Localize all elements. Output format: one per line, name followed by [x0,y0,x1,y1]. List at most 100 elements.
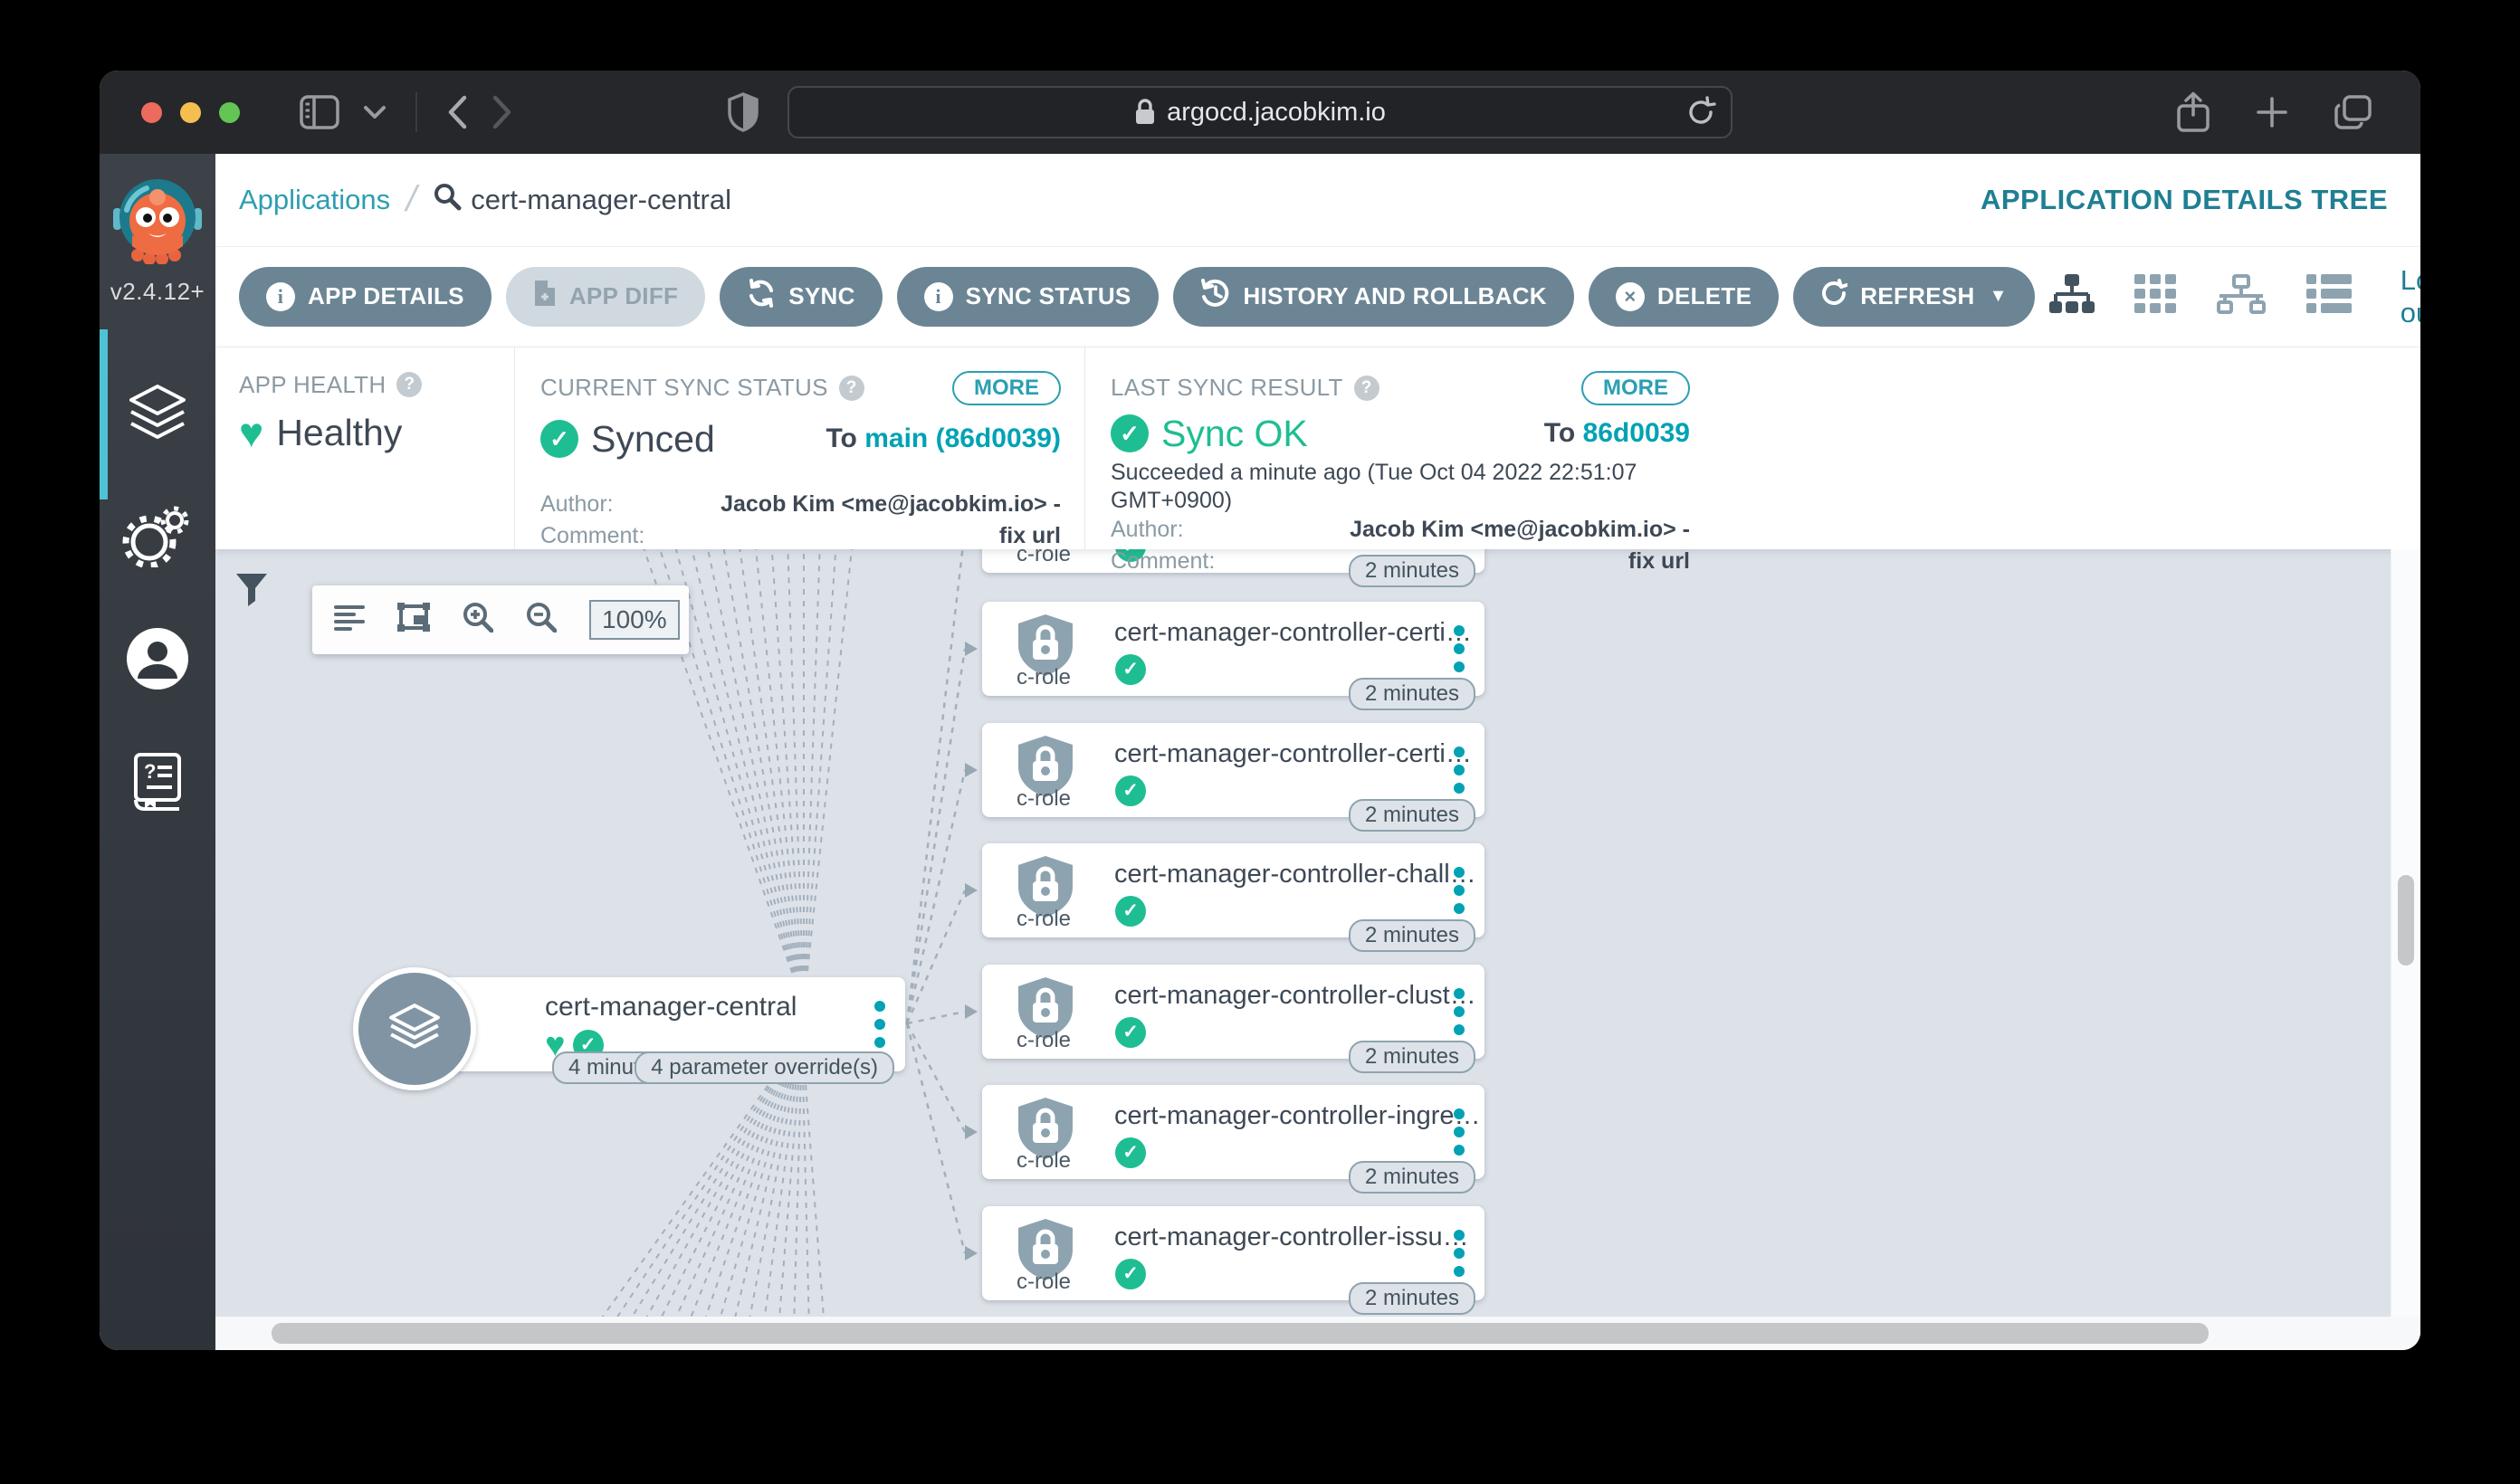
resource-node-card[interactable]: cert-manager-controller-certi… ✓ c-role … [982,601,1484,710]
last-sync-label: LAST SYNC RESULT [1111,374,1343,402]
sync-button[interactable]: SYNC [720,266,883,327]
sync-status-button[interactable]: i SYNC STATUS [896,266,1159,327]
author-row: Author: Jacob Kim <me@jacobkim.io> - [540,490,1061,517]
resource-node-card[interactable]: cert-manager-controller-issu… ✓ c-role 2… [982,1205,1484,1315]
resource-node-card[interactable]: cert-manager-controller-ingre… ✓ c-role … [982,1084,1484,1194]
resource-name: cert-manager-controller-certi… [1114,738,1472,768]
last-sync-revision-link[interactable]: 86d0039 [1583,418,1690,448]
zoom-out-icon[interactable] [526,602,558,637]
help-icon[interactable]: ? [396,372,423,398]
help-icon[interactable]: ? [1353,375,1379,401]
sidebar-item-help[interactable]: ? [100,722,215,845]
resource-name: cert-manager-controller-issu… [1114,1222,1469,1251]
vertical-scrollbar-thumb[interactable] [2398,874,2414,966]
resource-kind-label: c-role [1016,785,1071,811]
age-badge: 2 minutes [1348,1040,1475,1073]
resource-name: cert-manager-controller-certi… [1114,617,1472,647]
last-sync-section: LAST SYNC RESULT ? MORE ✓ Sync OK To 86d… [1084,347,1713,574]
resource-kind-label: c-role [1016,1027,1071,1052]
app-node-card[interactable]: cert-manager-central ♥ ✓ 4 minutes 4 par… [427,976,905,1084]
divider [415,92,417,132]
layout-icon[interactable] [334,604,365,635]
chevron-down-icon[interactable] [363,105,387,119]
gear-icon [122,504,193,572]
logout-link[interactable]: Log out [2401,264,2420,329]
check-circle-icon: ✓ [1111,414,1149,453]
app-health-label: APP HEALTH [239,370,387,398]
sidebar-item-settings[interactable] [100,476,215,599]
privacy-shield-icon[interactable] [728,92,759,132]
grid-view-icon[interactable] [2133,274,2176,319]
search-icon [433,182,462,218]
network-view-icon[interactable] [2216,274,2267,319]
age-badge: 2 minutes [1348,798,1475,832]
layers-icon [124,379,191,451]
filter-icon[interactable] [235,573,268,612]
kebab-menu-icon[interactable] [1454,987,1465,1035]
address-bar[interactable]: argocd.jacobkim.io [788,86,1732,138]
resource-kind-label: c-role [1016,548,1071,566]
info-icon: i [266,281,295,311]
synced-check-icon: ✓ [1115,895,1146,927]
kebab-menu-icon[interactable] [1454,1229,1465,1277]
help-docs-icon: ? [129,751,186,817]
kebab-menu-icon[interactable] [1454,746,1465,794]
delete-button[interactable]: × DELETE [1588,266,1780,327]
close-window-button[interactable] [141,101,162,123]
kebab-menu-icon[interactable] [1454,866,1465,914]
sync-more-button[interactable]: MORE [952,370,1061,405]
zoom-in-icon[interactable] [463,602,494,637]
share-icon[interactable] [2176,91,2210,133]
sync-icon [747,279,776,314]
zoom-window-button[interactable] [219,101,240,123]
graph-zoom-toolbar: 100% [312,585,689,654]
list-view-icon[interactable] [2305,274,2352,319]
app-node-circle[interactable] [353,966,476,1090]
age-badge: 2 minutes [1348,1281,1475,1315]
reload-icon[interactable] [1685,96,1716,128]
help-icon[interactable]: ? [838,375,864,401]
fit-to-screen-icon[interactable] [397,603,430,636]
minimize-window-button[interactable] [180,101,201,123]
resource-name: cert-manager-controller-chall… [1114,859,1476,889]
resource-kind-label: c-role [1016,906,1071,931]
breadcrumb-separator: / [402,179,422,220]
forward-icon[interactable] [492,94,513,130]
back-icon[interactable] [446,94,468,130]
resource-node-card[interactable]: cert-manager-controller-clust… ✓ c-role … [982,964,1484,1073]
refresh-icon [1820,279,1849,314]
horizontal-scrollbar[interactable] [215,1317,2420,1350]
new-tab-icon[interactable] [2256,96,2288,128]
breadcrumb-app-name[interactable]: cert-manager-central [471,184,731,216]
tree-view-icon[interactable] [2048,274,2095,319]
resource-tree-canvas[interactable]: 100% cert-manager-central ♥ ✓ 4 minutes … [215,548,2420,1318]
sidebar-item-applications[interactable] [100,329,215,499]
resource-node-card[interactable]: cert-manager-controller-chall… ✓ c-role … [982,842,1484,952]
refresh-button[interactable]: REFRESH ▼ [1793,266,2035,327]
breadcrumb: Applications / cert-manager-central APPL… [215,154,2420,247]
sync-value: Synced [591,417,715,460]
sync-revision-link[interactable]: main (86d0039) [864,423,1061,453]
argocd-logo [112,177,203,269]
comment-row: Comment: fix url [1111,548,1690,575]
history-rollback-button[interactable]: HISTORY AND ROLLBACK [1172,266,1574,327]
comment-row: Comment: fix url [540,522,1061,548]
kebab-menu-icon[interactable] [874,1000,885,1048]
age-badge: 2 minutes [1348,1160,1475,1194]
synced-check-icon: ✓ [1115,775,1146,806]
app-diff-button[interactable]: APP DIFF [505,266,706,327]
resource-node-card[interactable]: cert-manager-controller-certi… ✓ c-role … [982,722,1484,832]
sidebar-toggle-icon[interactable] [300,95,339,129]
kebab-menu-icon[interactable] [1454,624,1465,672]
sidebar-item-user[interactable] [100,599,215,722]
last-sync-detail: Succeeded a minute ago (Tue Oct 04 2022 … [1111,459,1637,513]
heart-icon: ♥ [239,409,264,457]
zoom-level-value[interactable]: 100% [589,599,680,640]
kebab-menu-icon[interactable] [1454,1108,1465,1156]
breadcrumb-applications-link[interactable]: Applications [239,184,390,216]
last-sync-more-button[interactable]: MORE [1581,370,1690,405]
app-details-button[interactable]: i APP DETAILS [239,266,492,327]
vertical-scrollbar[interactable] [2391,548,2420,1318]
horizontal-scrollbar-thumb[interactable] [272,1323,2209,1345]
tab-overview-icon[interactable] [2334,94,2373,130]
